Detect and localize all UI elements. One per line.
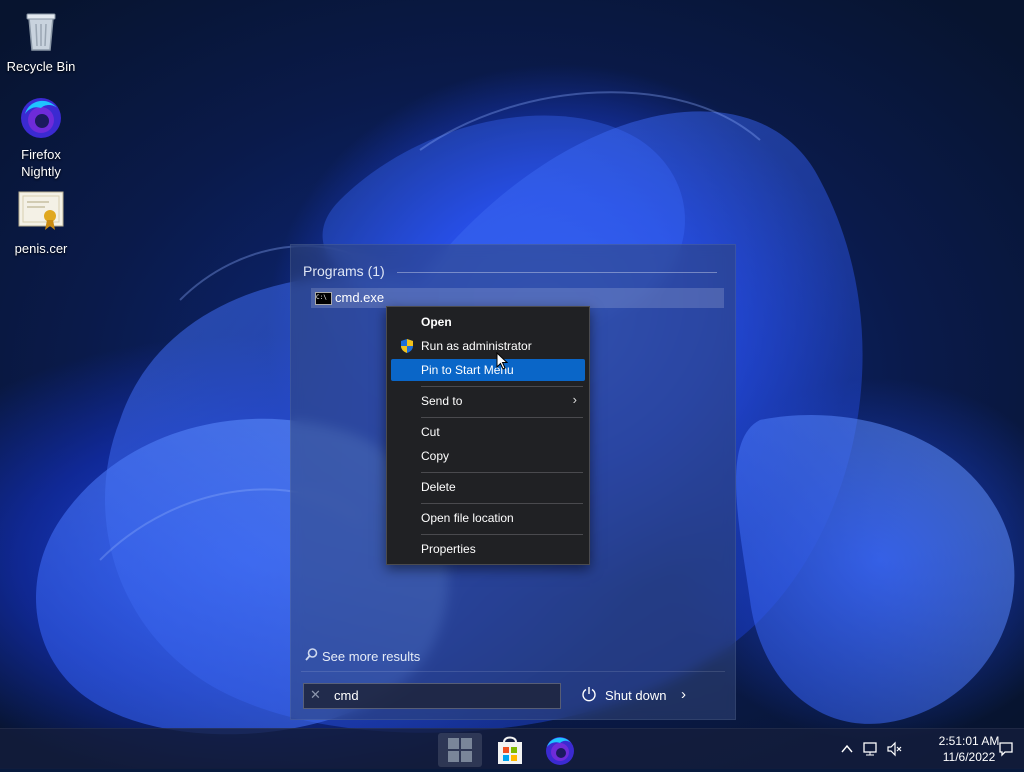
desktop-icon-recycle-bin[interactable]: Recycle Bin bbox=[1, 6, 81, 75]
desktop-icon-label: Firefox Nightly bbox=[21, 147, 61, 179]
menu-item-label: Open bbox=[421, 315, 452, 329]
menu-item-label: Properties bbox=[421, 542, 476, 556]
shut-down-label: Shut down bbox=[605, 688, 667, 703]
search-input[interactable] bbox=[334, 687, 544, 703]
see-more-results-link[interactable]: See more results bbox=[305, 648, 420, 664]
taskbar: 2:51:01 AM 11/6/2022 bbox=[0, 728, 1024, 769]
menu-separator bbox=[421, 534, 583, 535]
menu-item-label: Open file location bbox=[421, 511, 514, 525]
firefox-icon bbox=[546, 737, 574, 765]
clear-search-icon[interactable]: ✕ bbox=[310, 687, 321, 703]
volume-muted-icon[interactable] bbox=[886, 741, 902, 757]
network-icon[interactable] bbox=[862, 741, 878, 757]
desktop-icon-firefox-nightly[interactable]: Firefox Nightly bbox=[1, 94, 81, 180]
desktop-icon-label: Recycle Bin bbox=[6, 59, 76, 74]
recycle-bin-icon bbox=[17, 6, 65, 54]
menu-separator bbox=[421, 503, 583, 504]
chevron-up-icon[interactable] bbox=[839, 741, 855, 757]
menu-item-label: Delete bbox=[421, 480, 456, 494]
power-icon bbox=[581, 686, 597, 702]
menu-separator bbox=[421, 386, 583, 387]
start-icon bbox=[448, 738, 472, 762]
search-icon bbox=[305, 648, 318, 664]
search-result-cmd[interactable]: C:\ cmd.exe bbox=[311, 288, 724, 308]
desktop-icon-certificate[interactable]: penis.cer bbox=[1, 188, 81, 257]
context-menu: Open Run as administrator Pin to Start M… bbox=[386, 306, 590, 565]
taskbar-firefox[interactable] bbox=[538, 733, 582, 767]
search-result-label: cmd.exe bbox=[335, 290, 385, 305]
notifications-icon[interactable] bbox=[998, 741, 1014, 757]
chevron-right-icon: › bbox=[572, 392, 577, 407]
menu-item-open[interactable]: Open bbox=[391, 311, 585, 333]
firefox-nightly-icon bbox=[17, 94, 65, 142]
certificate-icon bbox=[17, 188, 65, 236]
programs-section-header: Programs (1) bbox=[303, 263, 385, 279]
see-more-label: See more results bbox=[322, 649, 421, 664]
menu-separator bbox=[421, 417, 583, 418]
menu-item-copy[interactable]: Copy bbox=[391, 445, 585, 467]
mouse-cursor-icon bbox=[496, 351, 509, 370]
system-tray: 2:51:01 AM 11/6/2022 bbox=[824, 729, 1024, 769]
chevron-right-icon[interactable]: › bbox=[681, 686, 686, 703]
desktop-icon-label: penis.cer bbox=[14, 241, 68, 256]
command-prompt-icon: C:\ bbox=[315, 292, 332, 305]
uac-shield-icon bbox=[399, 338, 415, 354]
menu-item-label: Send to bbox=[421, 394, 463, 408]
taskbar-microsoft-store[interactable] bbox=[488, 733, 532, 767]
store-icon bbox=[498, 736, 522, 764]
search-box[interactable]: ✕ bbox=[303, 683, 561, 709]
menu-item-label: Cut bbox=[421, 425, 440, 439]
menu-item-label: Copy bbox=[421, 449, 450, 463]
menu-item-run-as-administrator[interactable]: Run as administrator bbox=[391, 335, 585, 357]
menu-item-label: Run as administrator bbox=[421, 339, 532, 353]
menu-item-send-to[interactable]: Send to › bbox=[391, 390, 585, 412]
taskbar-start-button[interactable] bbox=[438, 733, 482, 767]
menu-item-pin-to-start-menu[interactable]: Pin to Start Menu bbox=[391, 359, 585, 381]
panel-divider bbox=[301, 671, 725, 672]
shut-down-button[interactable]: Shut down › bbox=[581, 686, 701, 706]
menu-item-open-file-location[interactable]: Open file location bbox=[391, 507, 585, 529]
menu-item-cut[interactable]: Cut bbox=[391, 421, 585, 443]
menu-item-delete[interactable]: Delete bbox=[391, 476, 585, 498]
menu-separator bbox=[421, 472, 583, 473]
menu-item-properties[interactable]: Properties bbox=[391, 538, 585, 560]
section-divider bbox=[397, 272, 717, 273]
